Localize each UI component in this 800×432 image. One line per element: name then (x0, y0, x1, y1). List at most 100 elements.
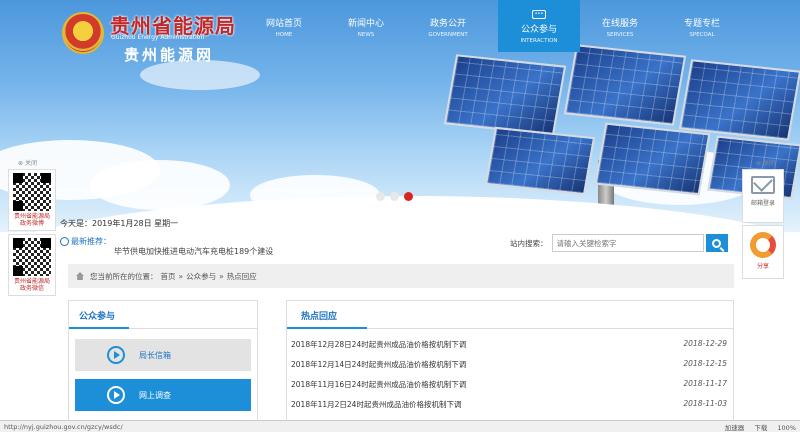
panel-title: 公众参与 (79, 312, 116, 322)
menu-label: 局长信箱 (139, 350, 171, 360)
panel-header: 热点回应 (287, 301, 733, 329)
nav-special[interactable]: 专题专栏 SPECOAL (670, 0, 734, 52)
interaction-menu-panel: 公众参与 局长信箱 网上调查 (68, 300, 258, 432)
online-survey-button[interactable]: 网上调查 (75, 379, 251, 411)
close-right-widget[interactable]: ⊗ 关闭 (756, 158, 784, 167)
solar-panel (484, 126, 596, 196)
nav-label-en: HOME (275, 32, 293, 38)
nav-government[interactable]: 政务公开 GOVERNMENT (416, 0, 480, 52)
national-emblem-icon (62, 12, 104, 54)
solar-panel (678, 59, 800, 141)
share-label: 分享 (756, 263, 769, 270)
search-label: 站内搜索： (510, 238, 548, 248)
mail-login-button[interactable]: 邮箱登录 (742, 169, 784, 223)
right-float-widget: ⊗ 关闭 邮箱登录 分享 (742, 158, 784, 281)
share-button[interactable]: 分享 (742, 225, 784, 279)
solar-panel (594, 122, 711, 196)
news-ticker-link[interactable]: 毕节供电加快推进电动汽车充电桩189个建设 (114, 246, 273, 257)
play-circle-icon (107, 346, 125, 364)
nav-label: 专题专栏 (683, 19, 720, 29)
nav-news[interactable]: 新闻中心 NEWS (334, 0, 398, 52)
solar-panel (443, 54, 567, 136)
logo-subtitle: Guizhou Energy Administration (111, 34, 205, 41)
breadcrumb-home[interactable]: 首页 (161, 271, 176, 282)
search-input[interactable] (551, 234, 704, 252)
nav-label-en: GOVERNMENT (428, 32, 468, 38)
breadcrumb-sep: » (219, 271, 224, 281)
latest-news-ticker: 最新推荐： 毕节供电加快推进电动汽车充电桩189个建设 (60, 236, 290, 256)
qr-wechat[interactable]: 贵州省能源局政务微信 (8, 234, 56, 296)
list-item[interactable]: 2018年12月28日24时起贵州成品油价格按机制下调 2018-12-29 (291, 339, 727, 357)
site-logo[interactable]: 贵州省能源局 Guizhou Energy Administration 贵州能… (62, 8, 252, 66)
list-item-date: 2018-12-15 (683, 359, 727, 368)
nav-services[interactable]: 在线服务 SERVICES (588, 0, 652, 52)
director-mailbox-button[interactable]: 局长信箱 (75, 339, 251, 371)
carousel-dot[interactable] (390, 192, 399, 201)
search-icon (712, 238, 721, 248)
nav-interaction[interactable]: ••• 公众参与 INTERACTION (498, 0, 580, 52)
list-item[interactable]: 2018年12月14日24时起贵州成品油价格按机制下调 2018-12-15 (291, 359, 727, 377)
today-date: 今天是：2019年1月28日 星期一 (60, 219, 179, 228)
carousel-dots (376, 192, 413, 201)
list-item-date: 2018-12-29 (683, 339, 727, 348)
status-url: http://nyj.guizhou.gov.cn/gzcy/wsdc/ (4, 422, 123, 431)
status-zoom[interactable]: 100% (777, 424, 796, 432)
logo-site-name: 贵州能源网 (124, 46, 215, 64)
qr-code-icon (13, 173, 51, 211)
nav-label: 政务公开 (429, 19, 466, 29)
list-item[interactable]: 2018年11月16日24时起贵州成品油价格按机制下调 2018-11-17 (291, 379, 727, 397)
mail-label: 邮箱登录 (750, 200, 775, 207)
status-download[interactable]: 下载 (754, 424, 767, 432)
share-icon (750, 232, 776, 258)
close-label: 关闭 (762, 160, 775, 167)
browser-status-bar: http://nyj.guizhou.gov.cn/gzcy/wsdc/ 加速器… (0, 420, 800, 432)
list-item[interactable]: 2018年11月2日24时起贵州成品油价格按机制下调 2018-11-03 (291, 399, 727, 417)
list-item-title: 2018年12月28日24时起贵州成品油价格按机制下调 (291, 340, 467, 349)
nav-label: 在线服务 (601, 19, 638, 29)
news-ticker-label: 最新推荐： (71, 237, 111, 246)
breadcrumb-interaction[interactable]: 公众参与 (186, 271, 216, 282)
home-icon (76, 272, 84, 280)
close-label: 关闭 (24, 160, 37, 167)
close-left-widget[interactable]: ⊗ 关闭 (18, 158, 56, 167)
breadcrumb: 您当前所在的位置： 首页 » 公众参与 » 热点回应 (68, 264, 734, 288)
carousel-dot[interactable] (376, 192, 385, 201)
list-item-title: 2018年11月2日24时起贵州成品油价格按机制下调 (291, 400, 462, 409)
breadcrumb-prefix: 您当前所在的位置： (90, 271, 158, 281)
list-item-title: 2018年11月16日24时起贵州成品油价格按机制下调 (291, 380, 467, 389)
speaker-icon (60, 237, 69, 246)
nav-label: 公众参与 (520, 25, 557, 35)
hot-response-panel: 热点回应 2018年12月28日24时起贵州成品油价格按机制下调 2018-12… (286, 300, 734, 432)
qr-code-icon (13, 238, 51, 276)
qr-weibo[interactable]: 贵州省能源局政务微博 (8, 169, 56, 231)
nav-label-en: NEWS (357, 32, 375, 38)
list-item-date: 2018-11-17 (683, 379, 727, 388)
play-circle-icon (107, 386, 125, 404)
carousel-dot-active[interactable] (404, 192, 413, 201)
nav-label-en: SERVICES (606, 32, 634, 38)
nav-label: 新闻中心 (347, 19, 384, 29)
qr-label: 贵州省能源局政务微博 (13, 213, 50, 227)
nav-label-en: SPECOAL (689, 32, 715, 38)
main-nav: 网站首页 HOME 新闻中心 NEWS 政务公开 GOVERNMENT ••• … (252, 0, 752, 52)
envelope-icon (751, 176, 775, 194)
panel-title: 热点回应 (301, 312, 338, 322)
chat-icon: ••• (532, 10, 546, 19)
breadcrumb-sep: » (178, 271, 184, 281)
menu-label: 网上调查 (139, 390, 171, 400)
list-item-title: 2018年12月14日24时起贵州成品油价格按机制下调 (291, 360, 467, 369)
search-button[interactable] (705, 234, 728, 252)
qr-label: 贵州省能源局政务微信 (13, 278, 50, 292)
list-item-date: 2018-11-03 (683, 399, 727, 408)
nav-home[interactable]: 网站首页 HOME (252, 0, 316, 52)
solar-panel (563, 44, 687, 126)
panel-header: 公众参与 (69, 301, 257, 329)
left-float-widget: ⊗ 关闭 贵州省能源局政务微博 贵州省能源局政务微信 (8, 158, 56, 299)
nav-label-en: INTERACTION (520, 38, 558, 44)
cloud (90, 160, 230, 210)
site-search: 站内搜索： (510, 234, 728, 252)
status-right: 加速器 下载 100% (717, 422, 796, 432)
status-speed[interactable]: 加速器 (725, 424, 745, 432)
breadcrumb-hot-response[interactable]: 热点回应 (227, 271, 257, 282)
nav-label: 网站首页 (265, 19, 302, 29)
